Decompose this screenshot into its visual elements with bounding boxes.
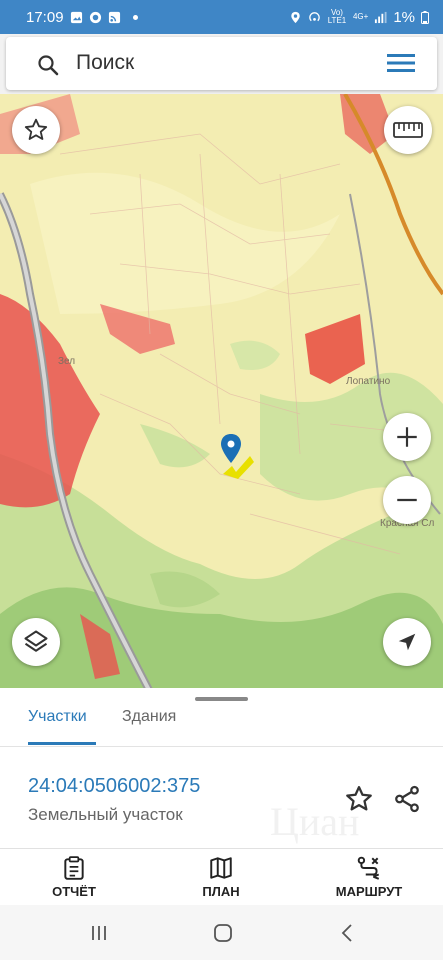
search-icon[interactable] [36,53,60,77]
nav-plan-label: ПЛАН [202,884,240,899]
star-outline-icon [24,118,48,140]
network-label: Vo) LTE1 [327,8,347,25]
ruler-icon [393,122,423,138]
system-navigation-bar [0,905,443,960]
layers-button[interactable] [12,618,60,666]
nav-report[interactable]: ОТЧЁТ [19,855,129,903]
chat-icon [89,11,101,23]
notification-dot [132,14,138,20]
rss-icon [108,11,120,23]
zoom-out-button[interactable] [383,476,431,524]
active-tab-indicator [28,742,96,745]
navigation-arrow-icon [398,633,416,651]
map-label-east: Лопатино [346,376,391,387]
bottom-sheet: Участки Здания Циан 24:04:0506002:375 Зе… [0,688,443,848]
status-right: Vo) LTE1 4G+ 1% [289,9,429,26]
map-label-west: Зел [58,356,76,367]
hamburger-menu-icon[interactable] [387,52,415,74]
tab-parcels[interactable]: Участки [28,708,87,726]
nav-route[interactable]: МАРШРУТ [314,855,424,903]
route-icon [357,856,380,880]
search-bar[interactable]: Поиск [6,37,437,90]
minus-icon [397,498,417,502]
tab-divider [0,746,443,747]
location-icon [291,11,300,23]
home-icon[interactable] [212,922,234,944]
status-left: 17:09 [26,9,138,26]
tab-buildings[interactable]: Здания [122,708,176,726]
zoom-in-button[interactable] [383,413,431,461]
nav-report-label: ОТЧЁТ [52,884,96,899]
star-icon[interactable] [344,784,374,814]
battery-icon [421,10,429,24]
clipboard-icon [64,856,84,880]
favorites-button[interactable] [12,106,60,154]
back-icon[interactable] [337,922,359,944]
share-icon[interactable] [392,784,422,814]
status-bar: 17:09 Vo) LTE1 4G+ 1% [0,0,443,34]
network-type: 4G+ [352,12,369,21]
map-book-icon [210,857,232,879]
signal-icon [375,11,387,23]
ruler-button[interactable] [384,106,432,154]
bottom-navigation: ОТЧЁТ ПЛАН МАРШРУТ [0,848,443,905]
parcel-type: Земельный участок [28,805,183,824]
battery-level: 1% [393,8,415,26]
layers-icon [24,630,48,652]
search-area: Поиск [0,34,443,94]
nav-plan[interactable]: ПЛАН [166,855,276,903]
status-time: 17:09 [26,8,64,26]
map-background [0,94,443,692]
hotspot-icon [309,11,320,21]
parcel-cadastral-number[interactable]: 24:04:0506002:375 [28,775,200,798]
search-input[interactable]: Поиск [76,51,134,75]
gallery-icon [70,11,82,23]
my-location-button[interactable] [383,618,431,666]
recent-apps-icon[interactable] [88,922,110,944]
nav-route-label: МАРШРУТ [335,884,403,899]
sheet-drag-handle[interactable] [195,697,248,701]
plus-icon [397,427,417,447]
map-view[interactable]: Зел Лопатино Красная Сл [0,94,443,692]
